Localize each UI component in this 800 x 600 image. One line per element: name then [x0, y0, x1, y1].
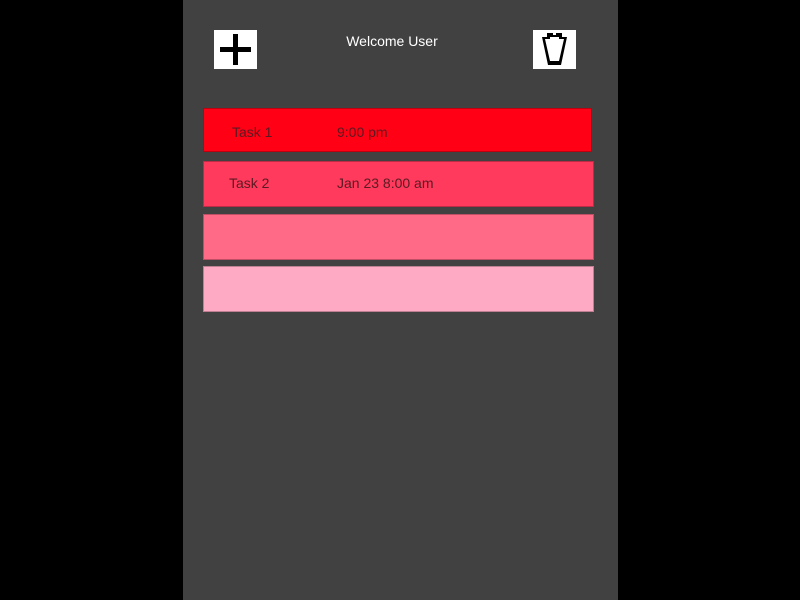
app-panel: Welcome User Task 1 9:00 pm Task 2 Jan 2… — [183, 0, 618, 600]
task-time: 9:00 pm — [337, 124, 388, 140]
task-row-4[interactable] — [203, 266, 594, 312]
task-row-1[interactable]: Task 1 9:00 pm — [203, 108, 592, 152]
task-name: Task 2 — [229, 175, 270, 191]
trash-icon — [542, 33, 567, 65]
task-name: Task 1 — [232, 124, 273, 140]
delete-button[interactable] — [533, 30, 576, 69]
task-row-2[interactable]: Task 2 Jan 23 8:00 am — [203, 161, 594, 207]
task-row-3[interactable] — [203, 214, 594, 260]
task-time: Jan 23 8:00 am — [337, 175, 434, 191]
app-screen: Welcome User Task 1 9:00 pm Task 2 Jan 2… — [0, 0, 800, 600]
